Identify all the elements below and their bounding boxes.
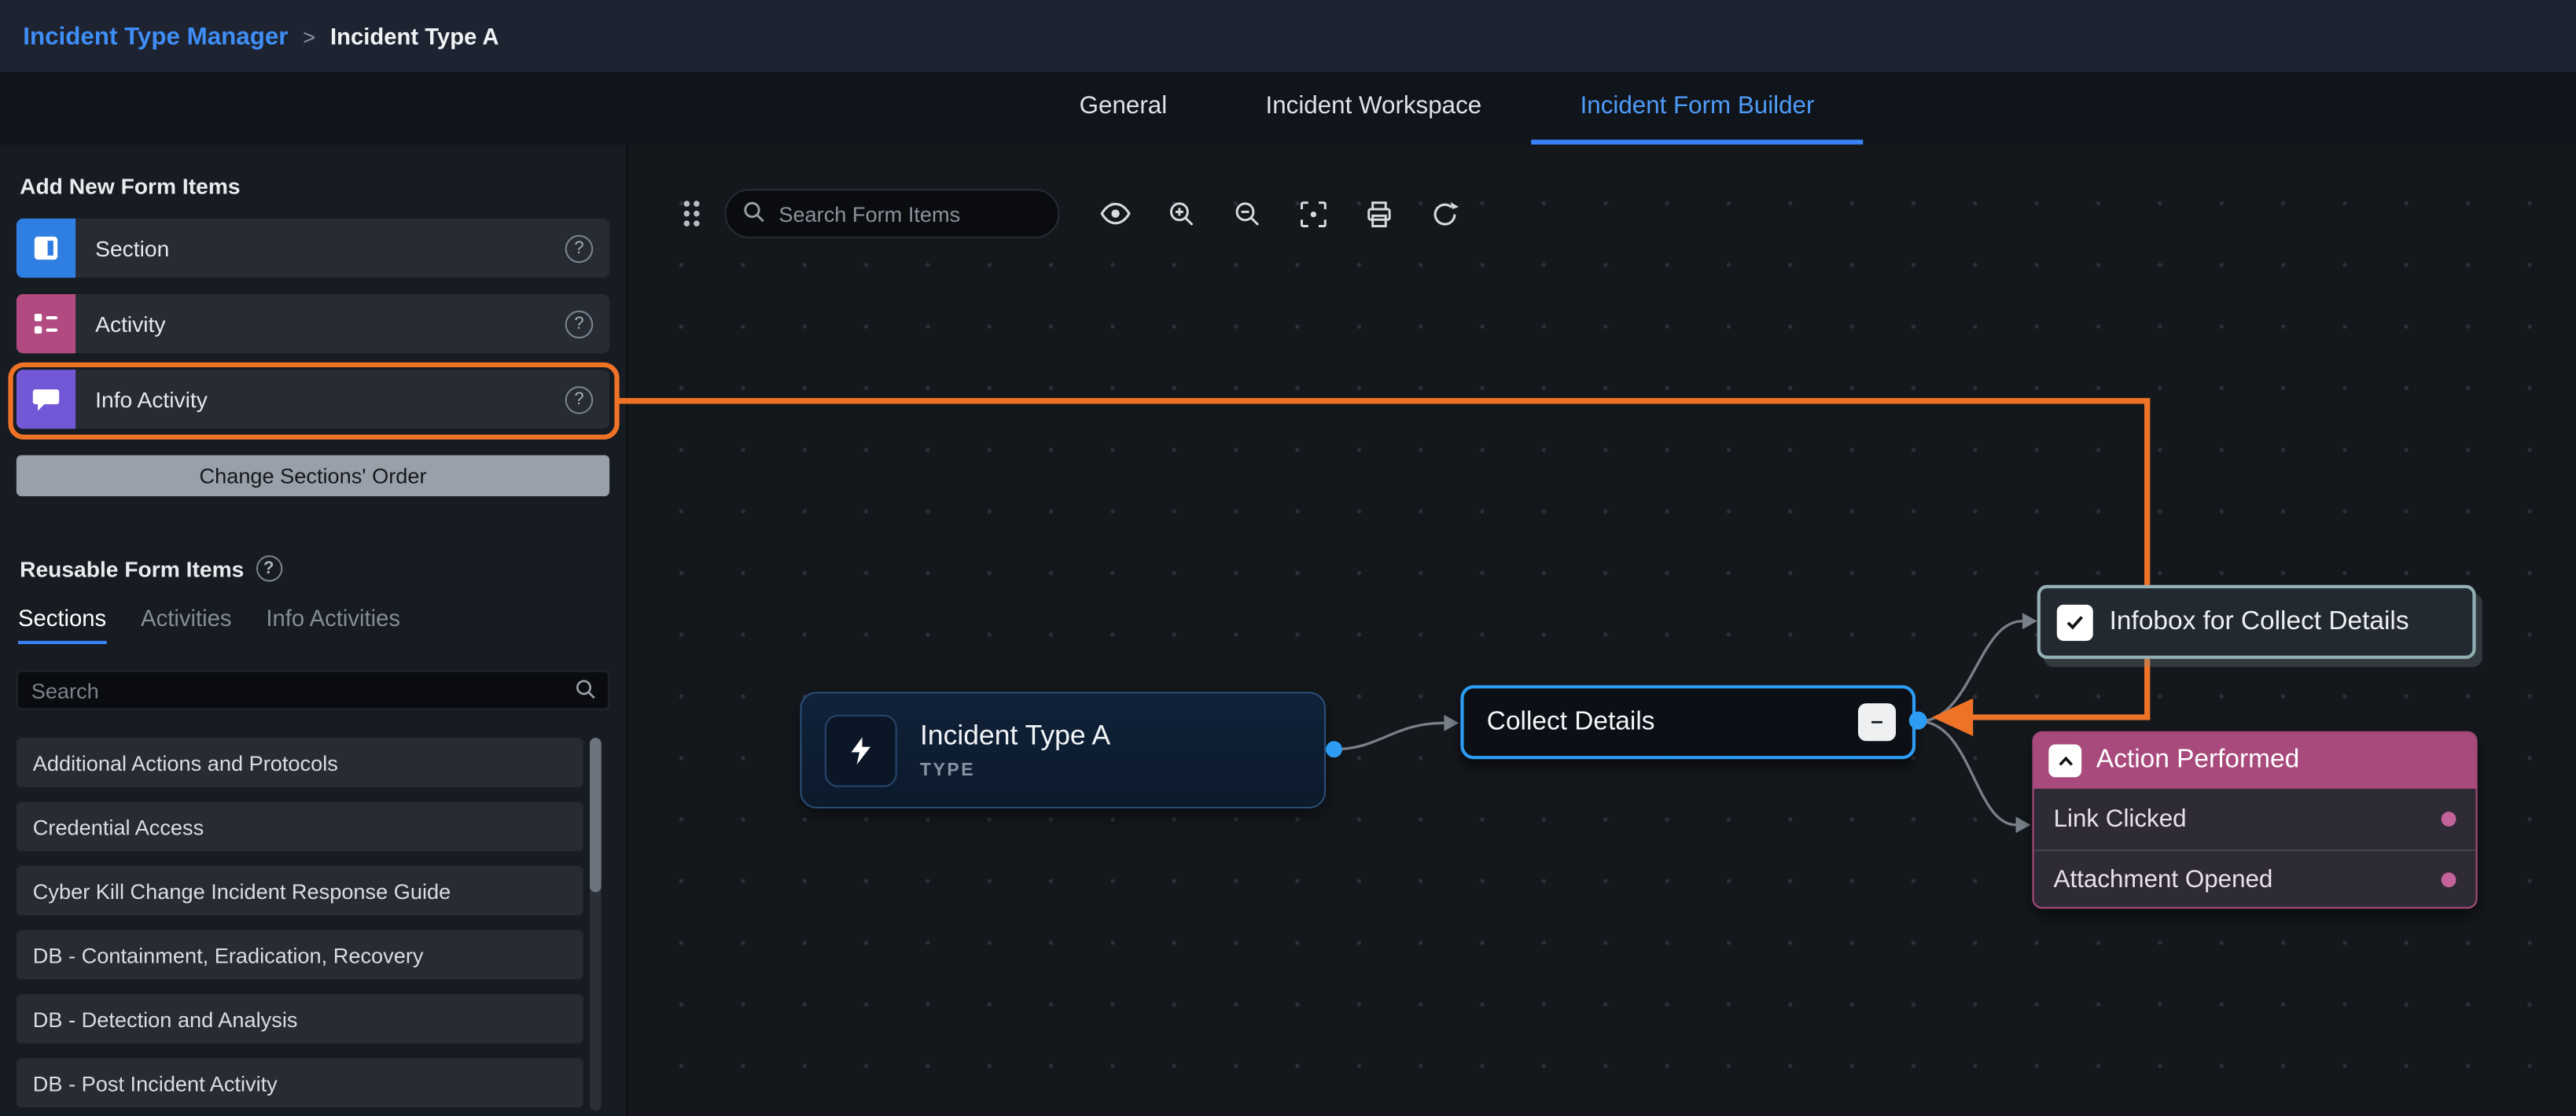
action-item[interactable]: Link Clicked <box>2034 789 2476 849</box>
action-item-label: Link Clicked <box>2054 805 2187 833</box>
node-action-performed[interactable]: Action Performed Link Clicked Attachment… <box>2032 731 2477 909</box>
tab-sections[interactable]: Sections <box>18 605 106 644</box>
tab-info-activities[interactable]: Info Activities <box>266 605 400 644</box>
help-icon[interactable]: ? <box>565 234 594 263</box>
reusable-tabs: Sections Activities Info Activities <box>17 605 609 644</box>
canvas-toolbar-icons <box>1099 197 1461 230</box>
eye-icon[interactable] <box>1099 197 1132 230</box>
reusable-sections-list: Additional Actions and Protocols Credent… <box>17 738 609 1107</box>
form-item-section[interactable]: Section ? <box>17 219 609 278</box>
status-dot <box>2442 872 2456 887</box>
output-port[interactable] <box>1326 741 1342 757</box>
zoom-out-icon[interactable] <box>1231 197 1264 230</box>
drag-handle-icon[interactable] <box>680 197 703 230</box>
action-item[interactable]: Attachment Opened <box>2034 849 2476 908</box>
form-builder-canvas[interactable]: Incident Type A TYPE Collect Details Inf… <box>627 145 2576 1116</box>
tab-general[interactable]: General <box>1030 72 1216 145</box>
breadcrumb-root-link[interactable]: Incident Type Manager <box>23 22 288 50</box>
tab-incident-form-builder[interactable]: Incident Form Builder <box>1531 72 1864 145</box>
list-item[interactable]: DB - Post Incident Activity <box>17 1059 583 1108</box>
section-icon <box>17 219 75 278</box>
list-item[interactable]: Credential Access <box>17 802 583 852</box>
change-sections-order-button[interactable]: Change Sections' Order <box>17 455 609 496</box>
tab-bar: General Incident Workspace Incident Form… <box>0 72 2576 145</box>
main-row: Add New Form Items Section ? Activity ? <box>0 145 2576 1116</box>
canvas-toolbar <box>680 189 1460 238</box>
node-title: Collect Details <box>1487 707 1858 737</box>
viewport: Incident Type Manager > Incident Type A … <box>0 0 2576 1116</box>
checkbox-icon <box>2057 604 2093 640</box>
form-item-activity[interactable]: Activity ? <box>17 294 609 353</box>
form-item-label: Activity <box>95 311 565 336</box>
list-item[interactable]: DB - Containment, Eradication, Recovery <box>17 930 583 980</box>
search-icon <box>741 199 767 234</box>
breadcrumb-current: Incident Type A <box>330 23 499 49</box>
canvas-search-input[interactable] <box>724 189 1059 238</box>
breadcrumb-separator: > <box>303 24 315 48</box>
add-new-form-items-label: Add New Form Items <box>20 174 241 198</box>
sidebar-search <box>17 670 609 709</box>
form-item-info-activity[interactable]: Info Activity ? <box>17 370 609 429</box>
node-title: Incident Type A <box>920 720 1110 753</box>
chevron-up-icon <box>2048 744 2081 777</box>
reusable-form-items-title: Reusable Form Items ? <box>20 555 609 581</box>
fit-view-icon[interactable] <box>1296 197 1329 230</box>
action-item-label: Attachment Opened <box>2054 866 2273 894</box>
app-root: Incident Type Manager > Incident Type A … <box>0 0 2576 1116</box>
help-icon[interactable]: ? <box>565 310 594 338</box>
zoom-in-icon[interactable] <box>1165 197 1198 230</box>
reusable-form-items-label: Reusable Form Items <box>20 556 244 580</box>
form-item-label: Info Activity <box>95 387 565 411</box>
search-icon <box>573 677 598 710</box>
sidebar-scrollbar[interactable] <box>590 738 602 1111</box>
node-incident-type[interactable]: Incident Type A TYPE <box>800 692 1326 808</box>
node-title: Infobox for Collect Details <box>2110 607 2409 637</box>
sidebar: Add New Form Items Section ? Activity ? <box>0 145 627 1116</box>
top-bar: Incident Type Manager > Incident Type A <box>0 0 2576 72</box>
info-activity-icon <box>17 370 75 429</box>
refresh-icon[interactable] <box>1428 197 1461 230</box>
action-performed-header: Action Performed <box>2034 733 2476 789</box>
minus-icon <box>1868 712 1886 733</box>
scrollbar-thumb[interactable] <box>590 738 602 892</box>
list-item[interactable]: DB - Detection and Analysis <box>17 994 583 1044</box>
status-dot <box>2442 812 2456 827</box>
list-item[interactable]: Additional Actions and Protocols <box>17 738 583 787</box>
help-icon[interactable]: ? <box>565 385 594 414</box>
node-text-block: Incident Type A TYPE <box>920 720 1110 780</box>
activity-icon <box>17 294 75 353</box>
form-item-label: Section <box>95 236 565 260</box>
help-icon[interactable]: ? <box>256 555 282 581</box>
add-new-form-items-title: Add New Form Items <box>20 174 609 198</box>
node-subtitle: TYPE <box>920 761 1110 780</box>
output-port[interactable] <box>1909 712 1927 730</box>
print-icon[interactable] <box>1362 197 1395 230</box>
list-item[interactable]: Cyber Kill Change Incident Response Guid… <box>17 866 583 915</box>
collapse-button[interactable] <box>1858 703 1896 741</box>
canvas-search <box>724 189 1059 238</box>
tab-activities[interactable]: Activities <box>141 605 231 644</box>
node-infobox[interactable]: Infobox for Collect Details <box>2037 585 2476 659</box>
node-collect-details[interactable]: Collect Details <box>1460 685 1915 759</box>
tab-incident-workspace[interactable]: Incident Workspace <box>1216 72 1531 145</box>
node-title: Action Performed <box>2096 746 2299 776</box>
tabs-row: General Incident Workspace Incident Form… <box>1030 72 1864 145</box>
sidebar-search-input[interactable] <box>17 670 609 709</box>
lightning-icon <box>825 714 897 786</box>
